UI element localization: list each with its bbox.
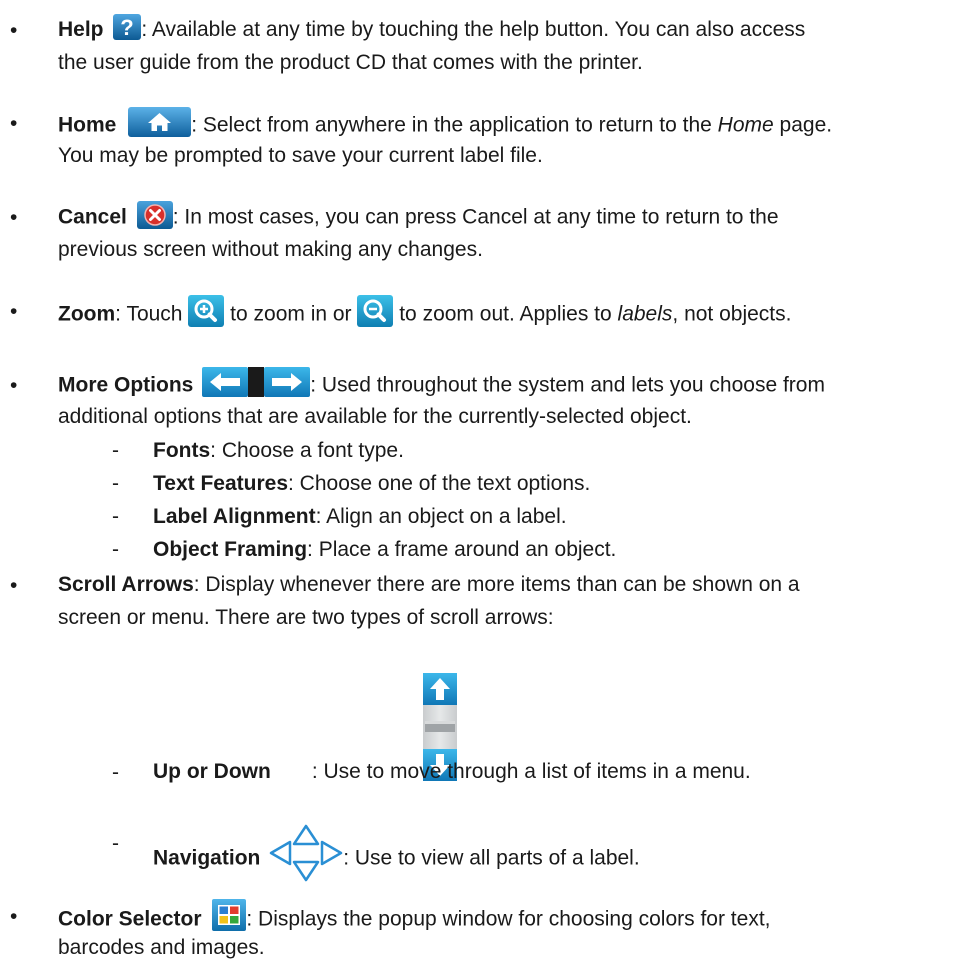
cancel-icon [136, 201, 173, 229]
subitem-fonts-desc: : Choose a font type. [210, 439, 404, 462]
scroll-up-down-line: Up or Down : Use to move through a list o… [153, 759, 751, 785]
more-options-line-1: More Options : Used throughout the syste… [58, 367, 825, 401]
subitem-object-framing-desc: : Place a frame around an object. [307, 538, 617, 561]
more-options-icon [202, 367, 311, 397]
home-term: Home [58, 113, 117, 137]
subitem-label-alignment: Label Alignment: Align an object on a la… [153, 504, 567, 530]
help-desc-2: the user guide from the product CD that … [58, 51, 643, 74]
bullet-scroll-arrows: • [10, 574, 18, 597]
cancel-desc-2: previous screen without making any chang… [58, 238, 483, 261]
scroll-desc-1: : Display whenever there are more items … [193, 573, 800, 596]
help-desc-1: : Available at any time by touching the … [141, 18, 806, 41]
dash-label-alignment: - [112, 505, 119, 528]
zoom-desc-c: to zoom out. Applies to [393, 302, 618, 326]
bullet-color-selector: • [10, 905, 18, 928]
zoom-in-icon [188, 295, 225, 327]
help-line-1: Help ? : Available at any time by touchi… [58, 14, 806, 43]
dash-up-down: - [112, 761, 119, 784]
zoom-term: Zoom [58, 302, 116, 326]
zoom-line: Zoom: Touch to zoom in or to zoom out. A… [58, 295, 792, 331]
bullet-more-options: • [10, 374, 18, 397]
zoom-desc-italic: labels [617, 302, 673, 326]
zoom-desc-a: : Touch [115, 302, 189, 326]
home-desc-1a: : Select from anywhere in the applicatio… [191, 113, 718, 137]
home-desc-1b: page. [773, 113, 833, 137]
color-line-1: Color Selector : Displays the popup wind… [58, 899, 771, 936]
scroll-desc-2: screen or menu. There are two types of s… [58, 606, 554, 629]
subitem-label-alignment-term: Label Alignment [153, 505, 316, 528]
subitem-text-features-desc: : Choose one of the text options. [288, 472, 591, 495]
dash-navigation: - [112, 832, 119, 855]
home-desc-2: You may be prompted to save your current… [58, 144, 543, 167]
scroll-navigation-line: Navigation : Use to view all parts of a … [153, 824, 640, 888]
color-desc-1: : Displays the popup window for choosing… [246, 907, 771, 931]
scroll-navigation-desc: : Use to view all parts of a label. [343, 846, 640, 870]
more-options-desc-1: : Used throughout the system and lets yo… [310, 373, 825, 397]
bullet-cancel: • [10, 206, 18, 229]
dash-text-features: - [112, 472, 119, 495]
zoom-out-icon [357, 295, 394, 327]
subitem-label-alignment-desc: : Align an object on a label. [315, 505, 567, 528]
scroll-line-1: Scroll Arrows: Display whenever there ar… [58, 572, 800, 598]
zoom-desc-b: to zoom in or [224, 302, 358, 326]
bullet-zoom: • [10, 300, 18, 323]
color-desc-2: barcodes and images. [58, 936, 265, 959]
bullet-help: • [10, 19, 18, 42]
dash-fonts: - [112, 439, 119, 462]
subitem-fonts: Fonts: Choose a font type. [153, 438, 404, 464]
subitem-text-features-term: Text Features [153, 472, 288, 495]
navigation-arrows-icon [269, 824, 343, 882]
help-term: Help [58, 18, 104, 41]
dash-object-framing: - [112, 538, 119, 561]
zoom-desc-d: , not objects. [672, 302, 792, 326]
more-options-term: More Options [58, 373, 194, 397]
subitem-object-framing: Object Framing: Place a frame around an … [153, 537, 616, 563]
scroll-term: Scroll Arrows [58, 573, 194, 596]
subitem-object-framing-term: Object Framing [153, 538, 308, 561]
cancel-desc-1: : In most cases, you can press Cancel at… [172, 205, 779, 229]
scroll-navigation-term: Navigation [153, 846, 261, 870]
color-selector-icon [212, 899, 247, 931]
scroll-up-down-term: Up or Down [153, 760, 271, 783]
subitem-text-features: Text Features: Choose one of the text op… [153, 471, 590, 497]
cancel-line-1: Cancel : In most cases, you can press Ca… [58, 201, 779, 232]
subitem-fonts-term: Fonts [153, 439, 211, 462]
help-icon: ? [113, 14, 142, 41]
color-term: Color Selector [58, 907, 202, 931]
more-options-desc-2: additional options that are available fo… [58, 405, 692, 428]
home-desc-italic: Home [717, 113, 774, 137]
bullet-home: • [10, 112, 18, 135]
cancel-term: Cancel [58, 205, 127, 229]
svg-text:?: ? [121, 15, 134, 40]
scroll-up-down-desc: : Use to move through a list of items in… [311, 760, 751, 783]
home-line-1: Home : Select from anywhere in the appli… [58, 107, 833, 141]
home-icon [128, 107, 192, 137]
